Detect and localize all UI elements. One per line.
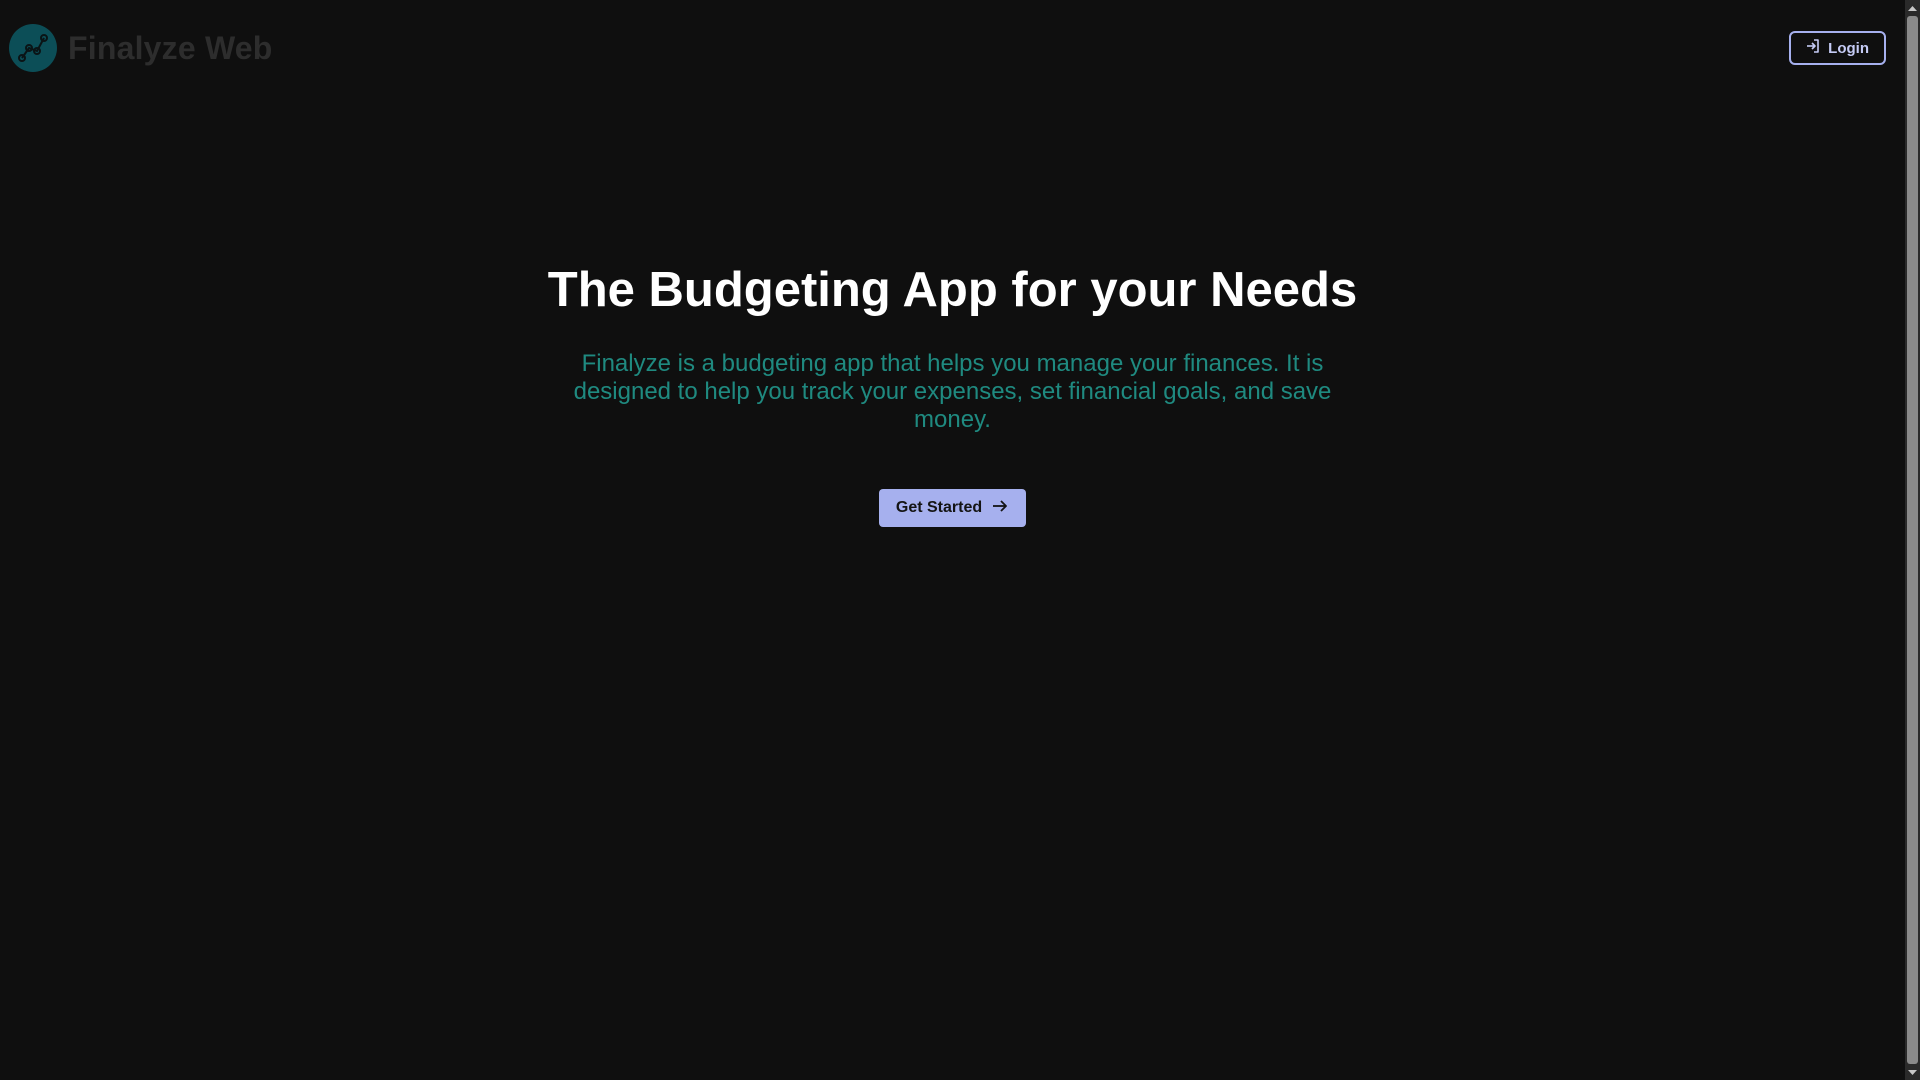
chart-line-icon	[9, 24, 57, 72]
header: Finalyze Web Login	[0, 0, 1905, 96]
sign-in-icon	[1805, 38, 1821, 58]
hero-title: The Budgeting App for your Needs	[547, 263, 1358, 317]
arrow-right-icon	[991, 497, 1009, 520]
landing-page: Finalyze Web Login The Budgeting App for…	[0, 0, 1905, 1080]
cta-label: Get Started	[895, 499, 983, 516]
brand-link[interactable]: Finalyze Web	[9, 24, 273, 72]
scrollbar-thumb[interactable]	[1907, 16, 1918, 1064]
scroll-down-icon[interactable]	[1905, 1065, 1920, 1080]
vertical-scrollbar[interactable]	[1905, 0, 1920, 1080]
hero-section: The Budgeting App for your Needs Finalyz…	[0, 258, 1905, 527]
brand-name: Finalyze Web	[68, 29, 273, 66]
login-button[interactable]: Login	[1789, 31, 1886, 65]
login-label: Login	[1828, 39, 1869, 57]
get-started-button[interactable]: Get Started	[878, 489, 1027, 527]
hero-description: Finalyze is a budgeting app that helps y…	[573, 350, 1332, 433]
scroll-up-icon[interactable]	[1905, 0, 1920, 15]
